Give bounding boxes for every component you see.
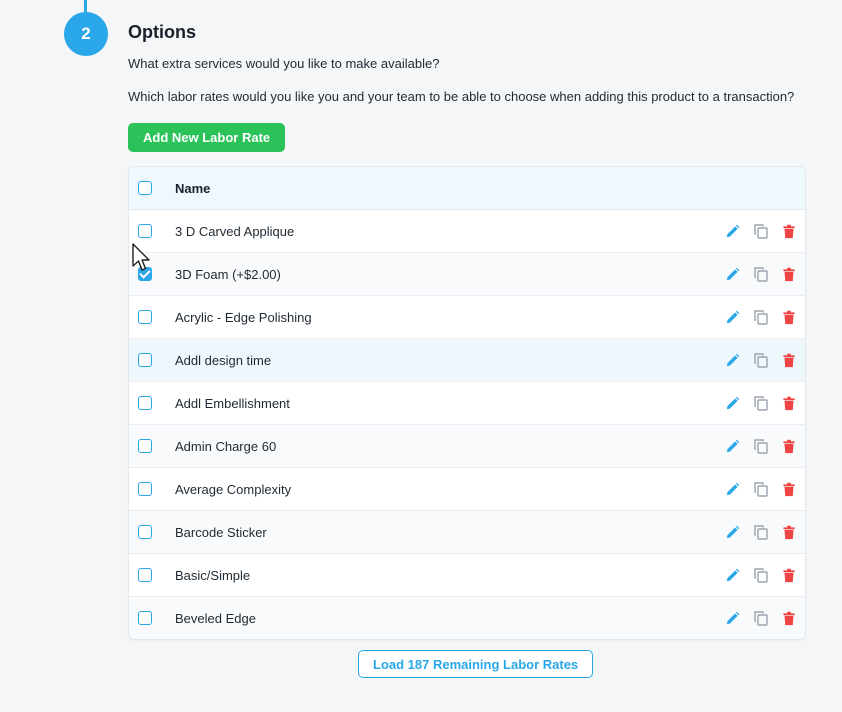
edit-pencil-icon[interactable] [723, 523, 742, 542]
labor-rate-name: Addl design time [175, 352, 272, 368]
table-row[interactable]: Acrylic - Edge Polishing [129, 296, 805, 339]
copy-icon[interactable] [751, 523, 770, 542]
edit-pencil-icon[interactable] [723, 351, 742, 370]
table-row[interactable]: Admin Charge 60 [129, 425, 805, 468]
edit-pencil-icon[interactable] [723, 308, 742, 327]
copy-icon[interactable] [751, 308, 770, 327]
edit-pencil-icon[interactable] [723, 222, 742, 241]
trash-icon[interactable] [779, 394, 798, 413]
step-connector-line [84, 0, 87, 12]
labor-rate-name: Basic/Simple [175, 567, 251, 583]
trash-icon[interactable] [779, 222, 798, 241]
labor-rate-name: 3 D Carved Applique [175, 223, 295, 239]
row-checkbox[interactable] [138, 224, 152, 238]
edit-pencil-icon[interactable] [723, 566, 742, 585]
row-checkbox[interactable] [138, 396, 152, 410]
table-row[interactable]: Beveled Edge [129, 597, 805, 639]
table-body: 3 D Carved Applique 3D Foam (+$2.00) Acryl… [129, 210, 805, 639]
row-checkbox[interactable] [138, 611, 152, 625]
edit-pencil-icon[interactable] [723, 265, 742, 284]
copy-icon[interactable] [751, 265, 770, 284]
add-new-labor-rate-button[interactable]: Add New Labor Rate [128, 123, 286, 152]
trash-icon[interactable] [779, 609, 798, 628]
mouse-pointer-icon [132, 243, 150, 271]
row-checkbox[interactable] [138, 439, 152, 453]
trash-icon[interactable] [779, 566, 798, 585]
table-row[interactable]: Barcode Sticker [129, 511, 805, 554]
labor-rate-name: Barcode Sticker [175, 524, 267, 540]
labor-rate-name: 3D Foam (+$2.00) [175, 266, 281, 282]
load-remaining-labor-rates-button[interactable]: Load 187 Remaining Labor Rates [358, 650, 594, 678]
labor-rate-name: Average Complexity [175, 481, 292, 497]
edit-pencil-icon[interactable] [723, 480, 742, 499]
copy-icon[interactable] [751, 609, 770, 628]
trash-icon[interactable] [779, 265, 798, 284]
table-row[interactable]: Average Complexity [129, 468, 805, 511]
row-checkbox[interactable] [138, 353, 152, 367]
copy-icon[interactable] [751, 437, 770, 456]
trash-icon[interactable] [779, 351, 798, 370]
trash-icon[interactable] [779, 437, 798, 456]
labor-rate-name: Acrylic - Edge Polishing [175, 309, 312, 325]
edit-pencil-icon[interactable] [723, 609, 742, 628]
row-actions [723, 222, 798, 241]
copy-icon[interactable] [751, 351, 770, 370]
trash-icon[interactable] [779, 308, 798, 327]
table-row[interactable]: 3 D Carved Applique [129, 210, 805, 253]
table-header: Name [129, 167, 805, 210]
row-actions [723, 480, 798, 499]
table-row[interactable]: Addl Embellishment [129, 382, 805, 425]
trash-icon[interactable] [779, 480, 798, 499]
row-actions [723, 351, 798, 370]
table-row[interactable]: Basic/Simple [129, 554, 805, 597]
row-checkbox[interactable] [138, 310, 152, 324]
labor-rate-name: Admin Charge 60 [175, 438, 277, 454]
table-row[interactable]: 3D Foam (+$2.00) [129, 253, 805, 296]
row-actions [723, 265, 798, 284]
step-number-badge: 2 [64, 12, 108, 56]
row-actions [723, 437, 798, 456]
edit-pencil-icon[interactable] [723, 437, 742, 456]
edit-pencil-icon[interactable] [723, 394, 742, 413]
section-subtitle: What extra services would you like to ma… [128, 56, 440, 71]
row-checkbox[interactable] [138, 568, 152, 582]
row-actions [723, 308, 798, 327]
labor-rates-question: Which labor rates would you like you and… [128, 89, 795, 104]
select-all-checkbox[interactable] [138, 181, 152, 195]
labor-rate-name: Addl Embellishment [175, 395, 290, 411]
copy-icon[interactable] [751, 394, 770, 413]
table-row[interactable]: Addl design time [129, 339, 805, 382]
copy-icon[interactable] [751, 222, 770, 241]
row-checkbox[interactable] [138, 525, 152, 539]
row-actions [723, 523, 798, 542]
labor-rate-name: Beveled Edge [175, 610, 256, 626]
row-actions [723, 566, 798, 585]
section-title: Options [128, 22, 196, 42]
row-actions [723, 394, 798, 413]
trash-icon[interactable] [779, 523, 798, 542]
copy-icon[interactable] [751, 566, 770, 585]
labor-rates-table: Name 3 D Carved Applique 3D Foam (+$2.00)… [128, 166, 806, 640]
name-column-header: Name [175, 180, 211, 196]
copy-icon[interactable] [751, 480, 770, 499]
row-checkbox[interactable] [138, 482, 152, 496]
row-actions [723, 609, 798, 628]
